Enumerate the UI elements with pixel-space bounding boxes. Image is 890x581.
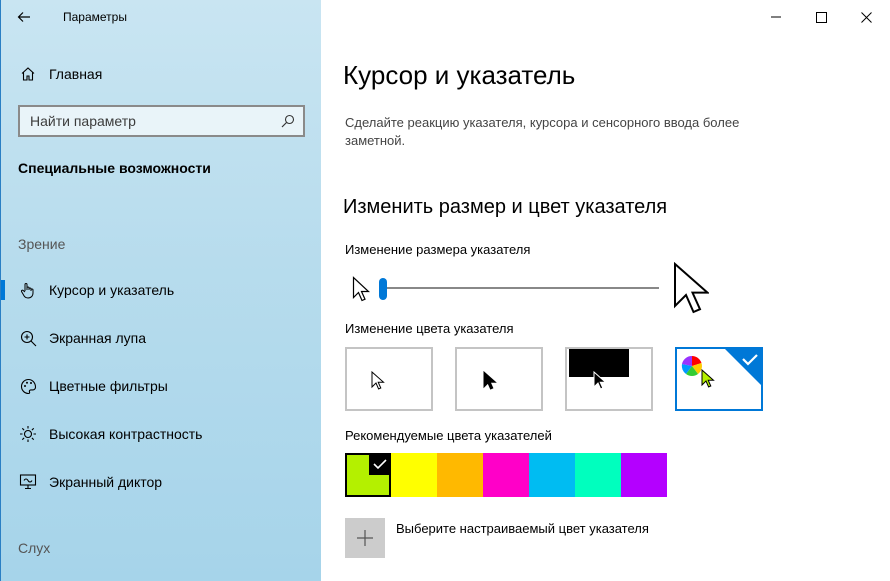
add-custom-color-button[interactable]: [345, 518, 385, 558]
color-swatch[interactable]: [345, 453, 391, 497]
pointer-color-inverted[interactable]: [565, 347, 653, 411]
color-swatch[interactable]: [621, 453, 667, 497]
close-button[interactable]: [843, 0, 889, 34]
plus-icon: [357, 530, 373, 546]
color-swatch[interactable]: [575, 453, 621, 497]
color-swatch[interactable]: [391, 453, 437, 497]
main-content: Курсор и указатель Сделайте реакцию указ…: [321, 0, 890, 581]
search-input[interactable]: Найти параметр: [18, 105, 305, 137]
palette-icon: [18, 376, 38, 396]
color-label: Изменение цвета указателя: [345, 321, 514, 336]
color-swatch[interactable]: [483, 453, 529, 497]
pointer-color-black[interactable]: [455, 347, 543, 411]
white-pointer-icon: [371, 371, 385, 390]
pointer-color-white[interactable]: [345, 347, 433, 411]
sidebar-item-home[interactable]: Главная: [1, 52, 322, 96]
color-swatch[interactable]: [529, 453, 575, 497]
vision-header: Зрение: [18, 236, 66, 252]
magnifier-icon: [18, 328, 38, 348]
sidebar-item-label: Высокая контрастность: [49, 426, 203, 442]
recommended-label: Рекомендуемые цвета указателей: [345, 428, 552, 443]
close-icon: [860, 11, 872, 23]
title-bar-left: Параметры: [1, 0, 322, 34]
back-button[interactable]: [1, 0, 47, 34]
sidebar-item-label: Экранный диктор: [49, 474, 163, 490]
search-placeholder: Найти параметр: [30, 113, 136, 129]
sidebar-item-label: Экранная лупа: [49, 330, 147, 346]
small-pointer-icon: [352, 276, 370, 302]
category-title: Специальные возможности: [18, 160, 211, 176]
sidebar-item-label: Курсор и указатель: [49, 282, 175, 298]
hearing-header: Слух: [18, 540, 51, 556]
large-pointer-icon: [674, 262, 709, 314]
color-swatch[interactable]: [437, 453, 483, 497]
sidebar-item-label: Главная: [49, 66, 103, 82]
custom-pointer-icon: [701, 369, 715, 388]
maximize-icon: [815, 11, 827, 23]
minimize-button[interactable]: [753, 0, 799, 34]
sidebar-item-high-contrast[interactable]: Высокая контрастность: [1, 412, 322, 456]
arrow-left-icon: [17, 12, 30, 22]
black-pointer-icon: [483, 371, 497, 390]
sidebar: Параметры Главная Найти параметр Специал…: [0, 0, 321, 581]
sidebar-item-narrator[interactable]: Экранный диктор: [1, 460, 322, 504]
selected-check-icon: [725, 349, 761, 385]
sidebar-item-magnifier[interactable]: Экранная лупа: [1, 316, 322, 360]
selected-check-icon: [369, 453, 391, 475]
inverted-pointer-icon: [593, 371, 607, 390]
page-description: Сделайте реакцию указателя, курсора и се…: [345, 115, 740, 148]
page-title: Курсор и указатель: [343, 60, 576, 90]
pointer-hand-icon: [18, 280, 38, 300]
narrator-icon: [18, 472, 38, 492]
search-icon[interactable]: [273, 114, 303, 128]
section-title: Изменить размер и цвет указателя: [343, 196, 668, 218]
pointer-color-custom[interactable]: [675, 347, 763, 411]
home-icon: [18, 64, 38, 84]
app-title: Параметры: [63, 10, 127, 24]
maximize-button[interactable]: [798, 0, 844, 34]
sidebar-item-label: Цветные фильтры: [49, 378, 168, 394]
color-wheel-icon: [681, 355, 702, 376]
sidebar-item-cursor[interactable]: Курсор и указатель: [1, 268, 322, 312]
sidebar-item-color-filters[interactable]: Цветные фильтры: [1, 364, 322, 408]
pointer-size-slider-thumb[interactable]: [379, 278, 387, 300]
size-label: Изменение размера указателя: [345, 242, 531, 257]
custom-color-label: Выберите настраиваемый цвет указателя: [396, 521, 649, 536]
pointer-size-slider-track[interactable]: [381, 287, 659, 289]
minimize-icon: [771, 16, 781, 18]
contrast-sun-icon: [18, 424, 38, 444]
